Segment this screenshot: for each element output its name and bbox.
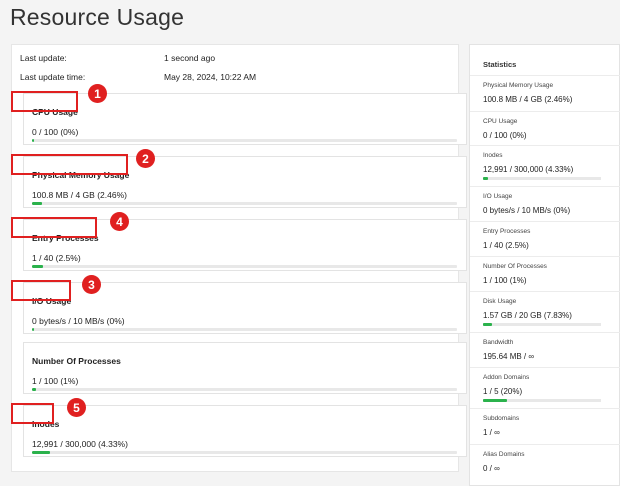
stat-disk-usage-progress-fill — [483, 323, 493, 326]
stat-label: Number Of Processes — [483, 263, 547, 270]
entry-processes-highlight — [11, 217, 97, 238]
last-update-time-label: Last update time: — [20, 72, 86, 82]
stat-bandwidth: Bandwidth 195.64 MB / ∞ — [470, 332, 620, 368]
annotation-marker-4: 4 — [110, 212, 129, 231]
stat-value: 1 / 100 (1%) — [483, 276, 527, 285]
cpu-usage-highlight — [11, 91, 78, 112]
stat-cpu-usage: CPU Usage 0 / 100 (0%) — [470, 111, 620, 147]
stat-value: 100.8 MB / 4 GB (2.46%) — [483, 95, 573, 104]
stat-physical-memory: Physical Memory Usage 100.8 MB / 4 GB (2… — [470, 75, 620, 111]
annotation-marker-5: 5 — [67, 398, 86, 417]
stat-value: 12,991 / 300,000 (4.33%) — [483, 165, 574, 174]
cpu-usage-progress-fill — [32, 139, 34, 142]
stat-disk-usage: Disk Usage 1.57 GB / 20 GB (7.83%) — [470, 291, 620, 327]
stat-addon-domains-progress-fill — [483, 399, 507, 402]
last-update-value: 1 second ago — [164, 53, 216, 63]
stat-value: 1 / 5 (20%) — [483, 387, 523, 396]
memory-usage-progress-fill — [32, 202, 43, 205]
memory-usage-value: 100.8 MB / 4 GB (2.46%) — [32, 190, 127, 200]
statistics-heading: Statistics — [483, 60, 517, 69]
stat-label: Subdomains — [483, 415, 520, 422]
stat-label: Bandwidth — [483, 339, 514, 346]
cpu-usage-card: CPU Usage 0 / 100 (0%) — [23, 93, 467, 145]
stat-inodes-progress — [483, 177, 601, 180]
memory-usage-highlight — [11, 154, 128, 175]
number-of-processes-title: Number Of Processes — [32, 356, 121, 366]
stat-value: 1 / 40 (2.5%) — [483, 241, 529, 250]
stat-alias-domains: Alias Domains 0 / ∞ — [470, 444, 620, 480]
stat-label: I/O Usage — [483, 193, 513, 200]
memory-usage-progress — [32, 202, 457, 205]
annotation-marker-1: 1 — [88, 84, 107, 103]
number-of-processes-value: 1 / 100 (1%) — [32, 376, 79, 386]
stat-inodes-progress-fill — [483, 177, 489, 180]
cpu-usage-value: 0 / 100 (0%) — [32, 127, 79, 137]
io-usage-progress — [32, 328, 457, 331]
inodes-highlight — [11, 403, 54, 424]
stat-label: Addon Domains — [483, 374, 530, 381]
number-of-processes-card: Number Of Processes 1 / 100 (1%) — [23, 342, 467, 394]
stat-io-usage: I/O Usage 0 bytes/s / 10 MB/s (0%) — [470, 186, 620, 222]
annotation-marker-2: 2 — [136, 149, 155, 168]
entry-processes-progress — [32, 265, 457, 268]
io-usage-value: 0 bytes/s / 10 MB/s (0%) — [32, 316, 125, 326]
stat-label: CPU Usage — [483, 118, 518, 125]
stat-addon-domains: Addon Domains 1 / 5 (20%) — [470, 367, 620, 403]
annotation-marker-3: 3 — [82, 275, 101, 294]
stat-disk-usage-progress — [483, 323, 601, 326]
stat-label: Entry Processes — [483, 228, 531, 235]
stat-value: 1.57 GB / 20 GB (7.83%) — [483, 311, 572, 320]
last-update-time-value: May 28, 2024, 10:22 AM — [164, 72, 257, 82]
stat-entry-processes: Entry Processes 1 / 40 (2.5%) — [470, 221, 620, 257]
stat-inodes: Inodes 12,991 / 300,000 (4.33%) — [470, 145, 620, 181]
statistics-panel: Statistics Physical Memory Usage 100.8 M… — [469, 44, 620, 486]
last-update-label: Last update: — [20, 53, 67, 63]
inodes-progress-fill — [32, 451, 51, 454]
stat-value: 195.64 MB / ∞ — [483, 352, 535, 361]
number-of-processes-progress-fill — [32, 388, 37, 391]
inodes-card: Inodes 12,991 / 300,000 (4.33%) — [23, 405, 467, 457]
number-of-processes-progress — [32, 388, 457, 391]
stat-number-of-processes: Number Of Processes 1 / 100 (1%) — [470, 256, 620, 292]
io-usage-progress-fill — [32, 328, 34, 331]
cpu-usage-progress — [32, 139, 457, 142]
stat-value: 0 / 100 (0%) — [483, 131, 527, 140]
stat-label: Physical Memory Usage — [483, 82, 554, 89]
stat-value: 0 / ∞ — [483, 464, 500, 473]
inodes-progress — [32, 451, 457, 454]
stat-value: 0 bytes/s / 10 MB/s (0%) — [483, 206, 571, 215]
entry-processes-value: 1 / 40 (2.5%) — [32, 253, 81, 263]
page-title: Resource Usage — [10, 4, 185, 30]
stat-label: Disk Usage — [483, 298, 517, 305]
stat-subdomains: Subdomains 1 / ∞ — [470, 408, 620, 444]
stat-label: Alias Domains — [483, 451, 525, 458]
entry-processes-progress-fill — [32, 265, 43, 268]
stat-value: 1 / ∞ — [483, 428, 500, 437]
io-usage-highlight — [11, 280, 71, 301]
inodes-value: 12,991 / 300,000 (4.33%) — [32, 439, 128, 449]
stat-label: Inodes — [483, 152, 503, 159]
stat-addon-domains-progress — [483, 399, 601, 402]
